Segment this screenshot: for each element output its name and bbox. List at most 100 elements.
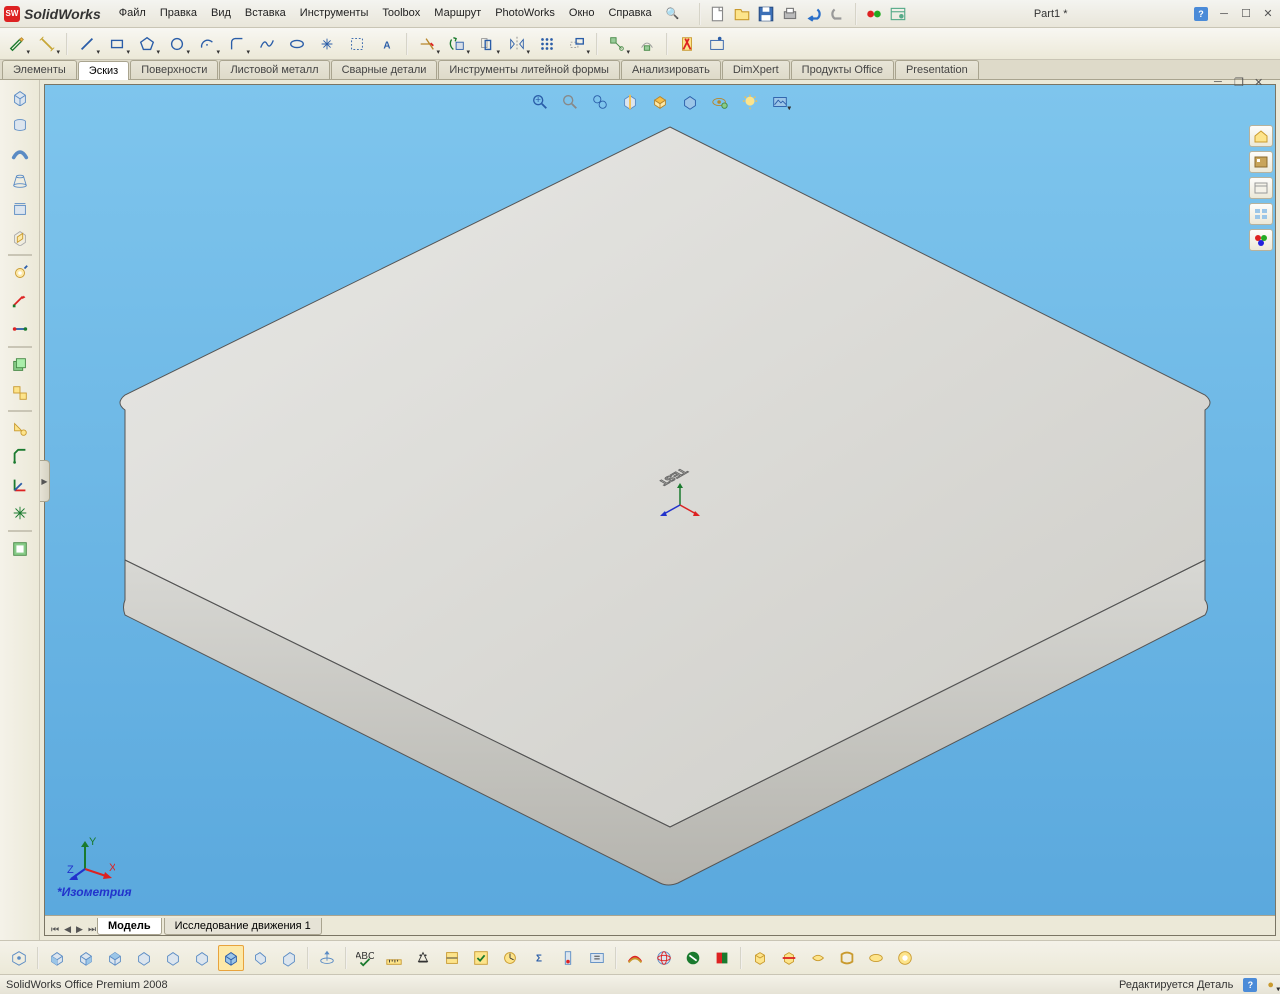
spline-button[interactable] — [254, 31, 280, 57]
status-help-icon[interactable]: ? — [1243, 978, 1257, 992]
tab-evaluate[interactable]: Анализировать — [621, 60, 721, 79]
draft-quality-icon[interactable] — [747, 945, 773, 971]
hole-wizard-button[interactable] — [6, 260, 34, 286]
3d-viewport[interactable]: + — [44, 84, 1276, 936]
line-button[interactable] — [74, 31, 100, 57]
spell-check-icon[interactable]: ABC — [352, 945, 378, 971]
ellipse-button[interactable] — [284, 31, 310, 57]
tab-sketch[interactable]: Эскиз — [78, 61, 129, 80]
tab-office[interactable]: Продукты Office — [791, 60, 894, 79]
loft-boss-button[interactable] — [6, 168, 34, 194]
view-trimetric-icon[interactable] — [247, 945, 273, 971]
menu-search-icon[interactable]: 🔍 — [660, 3, 686, 24]
tab-sheetmetal[interactable]: Листовой металл — [219, 60, 329, 79]
zoom-fit-icon[interactable]: + — [529, 91, 551, 113]
zebra-stripes-icon[interactable] — [651, 945, 677, 971]
revolve-boss-button[interactable] — [6, 112, 34, 138]
view-palette-icon[interactable] — [1249, 203, 1273, 225]
reference-geometry-button[interactable] — [6, 288, 34, 314]
deviation-analysis-icon[interactable] — [622, 945, 648, 971]
display-style-icon[interactable] — [679, 91, 701, 113]
menu-window[interactable]: Окно — [563, 3, 601, 24]
trim-button[interactable] — [414, 31, 440, 57]
check-icon[interactable] — [468, 945, 494, 971]
point-button[interactable] — [314, 31, 340, 57]
print-button[interactable] — [781, 5, 799, 23]
view-top-icon[interactable] — [160, 945, 186, 971]
apply-scene-icon[interactable] — [739, 91, 761, 113]
tab-presentation[interactable]: Presentation — [895, 60, 979, 79]
compare-icon[interactable] — [863, 945, 889, 971]
previous-view-icon[interactable] — [589, 91, 611, 113]
home-icon[interactable] — [1249, 125, 1273, 147]
mass-properties-icon[interactable] — [410, 945, 436, 971]
menu-edit[interactable]: Правка — [154, 3, 203, 24]
plane-button[interactable] — [344, 31, 370, 57]
menu-view[interactable]: Вид — [205, 3, 237, 24]
undercut-analysis-icon[interactable] — [776, 945, 802, 971]
smart-dimension-button[interactable] — [34, 31, 60, 57]
save-button[interactable] — [757, 5, 775, 23]
traffic-light-icon[interactable] — [865, 5, 883, 23]
rapid-sketch-button[interactable] — [704, 31, 730, 57]
new-button[interactable] — [709, 5, 727, 23]
arc-button[interactable] — [194, 31, 220, 57]
undo-button[interactable] — [805, 5, 823, 23]
view-right-icon[interactable] — [131, 945, 157, 971]
menu-toolbox[interactable]: Toolbox — [376, 3, 426, 24]
section-properties-icon[interactable] — [439, 945, 465, 971]
menu-tools[interactable]: Инструменты — [294, 3, 375, 24]
display-relations-button[interactable] — [604, 31, 630, 57]
view-dimetric-icon[interactable] — [276, 945, 302, 971]
fillet-feature-button[interactable] — [6, 416, 34, 442]
rectangle-button[interactable] — [104, 31, 130, 57]
open-button[interactable] — [733, 5, 751, 23]
circle-button[interactable] — [164, 31, 190, 57]
menu-file[interactable]: Файл — [113, 3, 152, 24]
curves-button[interactable] — [6, 316, 34, 342]
tab-prev-icon[interactable]: ◀ — [62, 924, 73, 935]
tab-surfaces[interactable]: Поверхности — [130, 60, 218, 79]
view-left-icon[interactable] — [102, 945, 128, 971]
close-button[interactable]: ✕ — [1260, 6, 1276, 22]
fillet-button[interactable] — [224, 31, 250, 57]
file-explorer-icon[interactable] — [1249, 177, 1273, 199]
statistics-icon[interactable] — [497, 945, 523, 971]
menu-route[interactable]: Маршрут — [428, 3, 487, 24]
view-front-icon[interactable] — [44, 945, 70, 971]
chamfer-feature-button[interactable] — [6, 444, 34, 470]
tab-model[interactable]: Модель — [97, 918, 162, 935]
edit-appearance-icon[interactable] — [769, 91, 791, 113]
thickness-analysis-icon[interactable] — [834, 945, 860, 971]
tab-first-icon[interactable]: ⏮ — [49, 924, 61, 935]
tab-weldments[interactable]: Сварные детали — [331, 60, 438, 79]
maximize-button[interactable]: ☐ — [1238, 6, 1254, 22]
extrude-boss-button[interactable] — [6, 84, 34, 110]
extrude-cut-button[interactable] — [6, 224, 34, 250]
tab-dimxpert[interactable]: DimXpert — [722, 60, 790, 79]
minimize-button[interactable]: ─ — [1216, 6, 1232, 22]
appearances-icon[interactable] — [1249, 229, 1273, 251]
boundary-boss-button[interactable] — [6, 196, 34, 222]
view-isometric-icon[interactable] — [218, 945, 244, 971]
convert-entities-button[interactable] — [444, 31, 470, 57]
parting-line-icon[interactable] — [805, 945, 831, 971]
help-dropdown[interactable]: ? — [1194, 7, 1208, 21]
point-feature-button[interactable] — [6, 500, 34, 526]
instant3d-button[interactable] — [6, 352, 34, 378]
coordinate-system-button[interactable] — [6, 472, 34, 498]
polygon-button[interactable] — [134, 31, 160, 57]
pattern-feature-button[interactable] — [6, 380, 34, 406]
pattern-button[interactable] — [534, 31, 560, 57]
view-std-icon[interactable] — [6, 945, 32, 971]
shell-button[interactable] — [6, 536, 34, 562]
options-button[interactable] — [889, 5, 907, 23]
quick-snaps-button[interactable] — [674, 31, 700, 57]
section-view-icon[interactable] — [619, 91, 641, 113]
offset-entities-button[interactable] — [474, 31, 500, 57]
curvature-icon[interactable] — [680, 945, 706, 971]
view-bottom-icon[interactable] — [189, 945, 215, 971]
view-orientation-icon[interactable] — [649, 91, 671, 113]
view-back-icon[interactable] — [73, 945, 99, 971]
import-diagnostics-icon[interactable] — [584, 945, 610, 971]
